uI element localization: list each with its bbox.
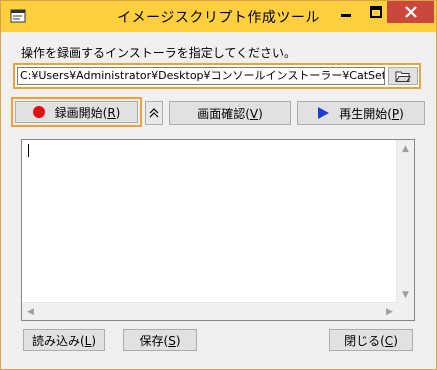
- script-editor[interactable]: ▲ ▼ ◀ ▶: [21, 139, 415, 321]
- scroll-left-icon[interactable]: ◀: [22, 303, 39, 320]
- load-button[interactable]: 読み込み(L): [23, 329, 105, 351]
- installer-path-highlight: C:¥Users¥Administrator¥Desktop¥コンソールインスト…: [13, 63, 421, 89]
- close-window-button[interactable]: [387, 1, 434, 23]
- save-button[interactable]: 保存(S): [123, 329, 197, 351]
- close-button[interactable]: 閉じる(C): [329, 329, 413, 351]
- collapse-button[interactable]: [145, 101, 163, 125]
- scroll-down-icon[interactable]: ▼: [397, 286, 414, 303]
- scroll-up-icon[interactable]: ▲: [397, 140, 414, 157]
- horizontal-scrollbar[interactable]: ◀ ▶: [22, 302, 398, 320]
- folder-open-icon: [395, 71, 411, 82]
- screen-check-label: 画面確認(V): [197, 106, 263, 121]
- chevron-up-icon: [149, 108, 159, 118]
- screen-check-button[interactable]: 画面確認(V): [169, 101, 291, 125]
- scroll-corner: [397, 303, 414, 320]
- maximize-icon: [370, 6, 382, 18]
- play-icon: [318, 107, 330, 119]
- title-bar[interactable]: イメージスクリプト作成ツール: [1, 1, 436, 32]
- scroll-right-icon[interactable]: ▶: [381, 303, 398, 320]
- load-label: 読み込み(L): [31, 333, 97, 348]
- app-window: イメージスクリプト作成ツール 操作を録画するインストーラを指定してください。 C…: [0, 0, 437, 370]
- start-recording-label: 録画開始(R): [54, 105, 121, 120]
- minimize-icon: [341, 14, 351, 17]
- close-label: 閉じる(C): [344, 333, 398, 348]
- installer-path-input[interactable]: C:¥Users¥Administrator¥Desktop¥コンソールインスト…: [17, 67, 385, 85]
- text-caret: [28, 144, 29, 157]
- record-button-highlight: 録画開始(R): [11, 97, 142, 127]
- instruction-label: 操作を録画するインストーラを指定してください。: [21, 46, 297, 60]
- minimize-button[interactable]: [331, 2, 361, 22]
- record-dot-icon: [32, 106, 45, 118]
- browse-button[interactable]: [388, 67, 418, 85]
- close-icon: [404, 6, 417, 18]
- save-label: 保存(S): [139, 333, 181, 348]
- start-playback-label: 再生開始(P): [339, 106, 404, 121]
- start-recording-button[interactable]: 録画開始(R): [15, 101, 138, 123]
- vertical-scrollbar[interactable]: ▲ ▼: [396, 140, 414, 303]
- start-playback-button[interactable]: 再生開始(P): [297, 101, 425, 125]
